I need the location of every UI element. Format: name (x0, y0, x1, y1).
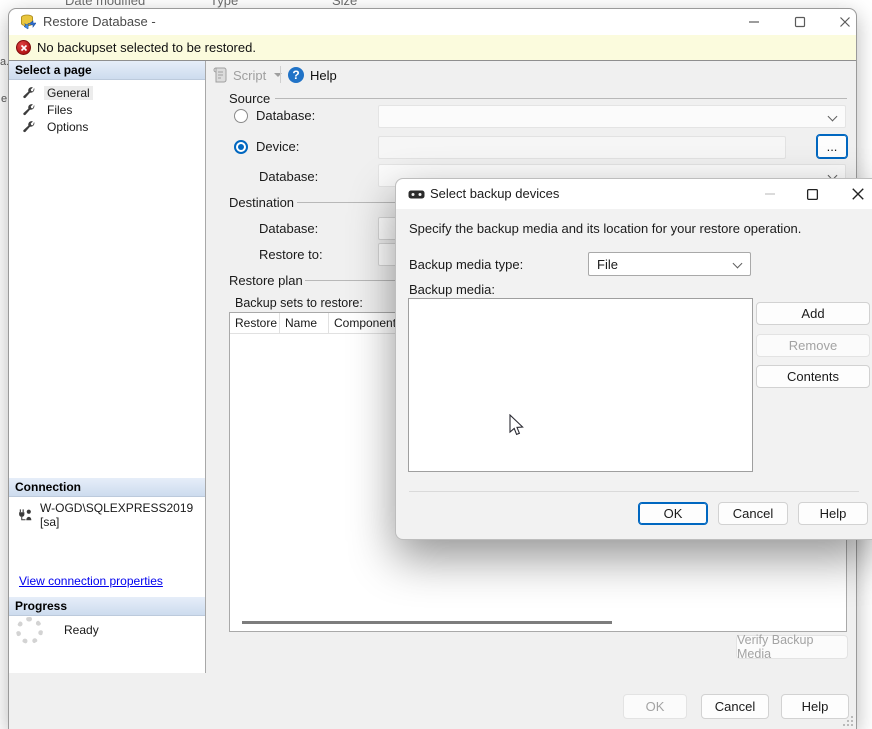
ok-button[interactable]: OK (623, 694, 687, 719)
warning-bar: No backupset selected to be restored. (9, 35, 856, 61)
maximize-button[interactable] (782, 9, 818, 35)
select-a-page-header: Select a page (9, 61, 205, 80)
script-label: Script (233, 68, 266, 83)
source-group-label: Source (229, 91, 270, 106)
horizontal-scrollbar[interactable] (242, 621, 612, 624)
backup-media-type-combobox[interactable]: File (588, 252, 751, 276)
backup-media-type-value: File (597, 257, 618, 272)
bg-column-type: Type (210, 0, 238, 8)
sidebar-item-general[interactable]: General (9, 84, 205, 101)
wrench-icon (22, 120, 36, 134)
view-connection-properties-link[interactable]: View connection properties (19, 574, 163, 588)
database-radio-label: Database: (256, 108, 315, 123)
backup-media-type-label: Backup media type: (409, 257, 523, 272)
modal-maximize-button[interactable] (794, 181, 830, 207)
restore-to-label: Restore to: (259, 247, 323, 262)
modal-help-button[interactable]: Help (798, 502, 868, 525)
wrench-icon (22, 103, 36, 117)
progress-status: Ready (64, 623, 99, 637)
close-icon (851, 187, 865, 201)
backup-media-label: Backup media: (409, 282, 495, 297)
restore-database-icon (20, 14, 36, 30)
modal-window-title: Select backup devices (430, 179, 559, 209)
sidebar: Select a page General Files Options Conn… (9, 61, 206, 673)
remove-button[interactable]: Remove (756, 334, 870, 357)
toolbar-separator (280, 66, 281, 83)
mouse-cursor (508, 414, 526, 438)
resize-grip[interactable] (843, 716, 853, 726)
window-title: Restore Database - (43, 9, 156, 35)
script-icon (213, 67, 228, 83)
add-button[interactable]: Add (756, 302, 870, 325)
title-bar[interactable]: Restore Database - (9, 9, 856, 35)
device-path-field[interactable] (378, 136, 786, 159)
sidebar-item-options[interactable]: Options (9, 118, 205, 135)
chevron-down-icon (828, 112, 838, 122)
group-divider (275, 98, 847, 99)
sidebar-item-label: General (44, 86, 93, 100)
backup-media-listbox[interactable] (408, 298, 753, 472)
grid-column-name[interactable]: Name (280, 313, 329, 333)
verify-backup-media-button[interactable]: Verify Backup Media (736, 635, 848, 659)
destination-database-label: Database: (259, 221, 318, 236)
minimize-icon (748, 16, 760, 28)
device-radio[interactable] (234, 140, 248, 154)
grid-column-restore[interactable]: Restore (230, 313, 280, 333)
progress-spinner-icon (16, 617, 43, 644)
close-button[interactable] (827, 9, 863, 35)
maximize-icon (806, 188, 819, 201)
background-text-fragment: e (1, 93, 7, 105)
maximize-icon (794, 16, 806, 28)
source-database-combobox[interactable] (378, 105, 846, 128)
modal-ok-button[interactable]: OK (638, 502, 708, 525)
restore-plan-group-label: Restore plan (229, 273, 303, 288)
database-radio[interactable] (234, 109, 248, 123)
modal-cancel-button[interactable]: Cancel (718, 502, 788, 525)
modal-close-button[interactable] (840, 181, 872, 207)
modal-minimize-button (752, 181, 788, 207)
contents-button[interactable]: Contents (756, 365, 870, 388)
help-button[interactable]: Help (781, 694, 849, 719)
destination-group-label: Destination (229, 195, 294, 210)
select-backup-devices-dialog: Select backup devices Specify the backup… (395, 178, 872, 540)
sidebar-item-label: Options (44, 120, 91, 134)
device-radio-label: Device: (256, 139, 299, 154)
chevron-down-icon (733, 259, 743, 269)
warning-message: No backupset selected to be restored. (37, 40, 256, 55)
help-label: Help (310, 68, 337, 83)
backup-device-icon (408, 190, 425, 199)
wrench-icon (22, 86, 36, 100)
modal-divider (409, 491, 859, 492)
minimize-icon (764, 188, 776, 200)
screen: Date modified Type Size a. e Restore Dat… (0, 0, 872, 729)
error-icon (16, 40, 31, 55)
modal-description: Specify the backup media and its locatio… (409, 221, 801, 236)
modal-title-bar[interactable]: Select backup devices (396, 179, 872, 209)
sidebar-item-label: Files (44, 103, 75, 117)
close-icon (839, 16, 851, 28)
connection-row: W-OGD\SQLEXPRESS2019 [sa] (18, 501, 205, 529)
browse-devices-button[interactable]: ... (816, 134, 848, 159)
toolbar: Script ? Help (206, 61, 856, 89)
chevron-down-icon[interactable] (274, 73, 282, 77)
bg-column-date-modified: Date modified (65, 0, 145, 8)
progress-header: Progress (9, 597, 205, 616)
help-toolbar-button[interactable]: ? Help (288, 64, 337, 86)
help-icon: ? (288, 67, 304, 83)
connection-header: Connection (9, 478, 205, 497)
connection-icon (18, 508, 33, 523)
script-button[interactable]: Script (213, 64, 282, 86)
minimize-button[interactable] (736, 9, 772, 35)
bg-column-size: Size (332, 0, 357, 8)
backup-sets-label: Backup sets to restore: (235, 296, 363, 310)
sidebar-item-files[interactable]: Files (9, 101, 205, 118)
cancel-button[interactable]: Cancel (701, 694, 769, 719)
connection-name: W-OGD\SQLEXPRESS2019 [sa] (40, 501, 205, 529)
device-database-label: Database: (259, 169, 318, 184)
